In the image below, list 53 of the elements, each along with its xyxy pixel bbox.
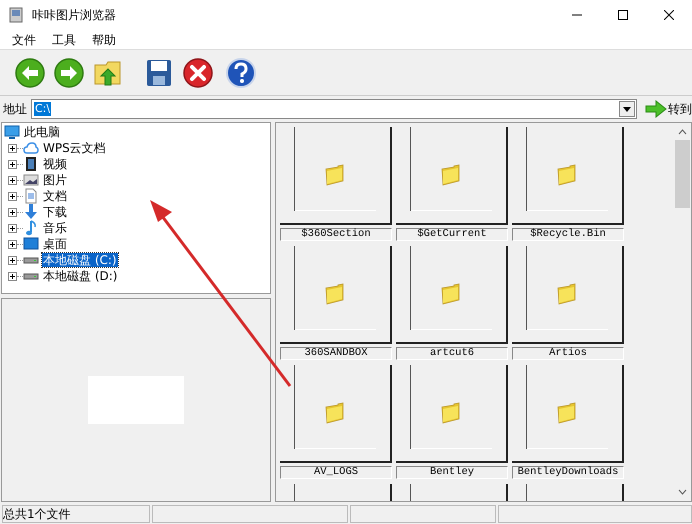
tree-item[interactable]: 文档: [42, 189, 68, 203]
address-label: 地址: [3, 101, 27, 118]
cloud-icon: [23, 140, 39, 156]
tree-item[interactable]: 下载: [42, 205, 68, 219]
file-name: Artios: [512, 347, 624, 360]
file-name: $Recycle.Bin: [512, 228, 624, 241]
file-name: BentleyDownloads: [512, 466, 624, 479]
tree-item[interactable]: 本地磁盘 (D:): [42, 269, 118, 283]
file-name: $GetCurrent: [396, 228, 508, 241]
expand-toggle[interactable]: [8, 176, 17, 184]
maximize-icon: [618, 10, 628, 20]
tree-item[interactable]: 音乐: [42, 221, 68, 235]
file-name: artcut6: [396, 347, 508, 360]
document-icon: [23, 188, 39, 204]
computer-icon: [4, 124, 20, 140]
expand-toggle[interactable]: [8, 144, 17, 152]
expand-toggle[interactable]: [8, 160, 17, 168]
file-name: $360Section: [280, 228, 392, 241]
expand-toggle[interactable]: [8, 208, 17, 216]
picture-icon: [23, 172, 39, 188]
menu-item[interactable]: 帮助: [84, 30, 124, 48]
file-name: 360SANDBOX: [280, 347, 392, 360]
address-value: C:\: [34, 102, 52, 116]
window-title: 咔咔图片浏览器: [32, 7, 116, 24]
app-icon: [8, 7, 24, 23]
go-button[interactable]: 转到: [645, 100, 692, 118]
desktop-icon: [23, 236, 39, 252]
tree-item[interactable]: 本地磁盘 (C:): [42, 253, 118, 267]
scroll-down-icon[interactable]: [678, 489, 687, 495]
menu-item[interactable]: 文件: [4, 30, 44, 48]
tree-item[interactable]: 图片: [42, 173, 68, 187]
close-icon: [664, 10, 674, 20]
scrollbar-thumb[interactable]: [675, 140, 690, 208]
tree-item[interactable]: WPS云文档: [42, 141, 107, 155]
music-note-icon: [23, 220, 39, 236]
expand-toggle[interactable]: [8, 256, 17, 264]
address-field[interactable]: C:\: [31, 99, 637, 119]
file-name: Bentley: [396, 466, 508, 479]
status-text: 总共1个文件: [2, 505, 150, 523]
expand-toggle[interactable]: [8, 192, 17, 200]
caret-icon: [623, 106, 631, 112]
expand-toggle[interactable]: [8, 272, 17, 280]
tree-item[interactable]: 桌面: [42, 237, 68, 251]
dropdown-button[interactable]: [619, 101, 635, 117]
expand-toggle[interactable]: [8, 224, 17, 232]
tree-item[interactable]: 视频: [42, 157, 68, 171]
film-icon: [23, 156, 39, 172]
expand-toggle[interactable]: [8, 240, 17, 248]
file-name: AV_LOGS: [280, 466, 392, 479]
menu-item[interactable]: 工具: [44, 30, 84, 48]
scroll-up-icon[interactable]: [678, 129, 687, 135]
tree-item[interactable]: 此电脑: [24, 125, 60, 139]
download-icon: [23, 204, 39, 220]
